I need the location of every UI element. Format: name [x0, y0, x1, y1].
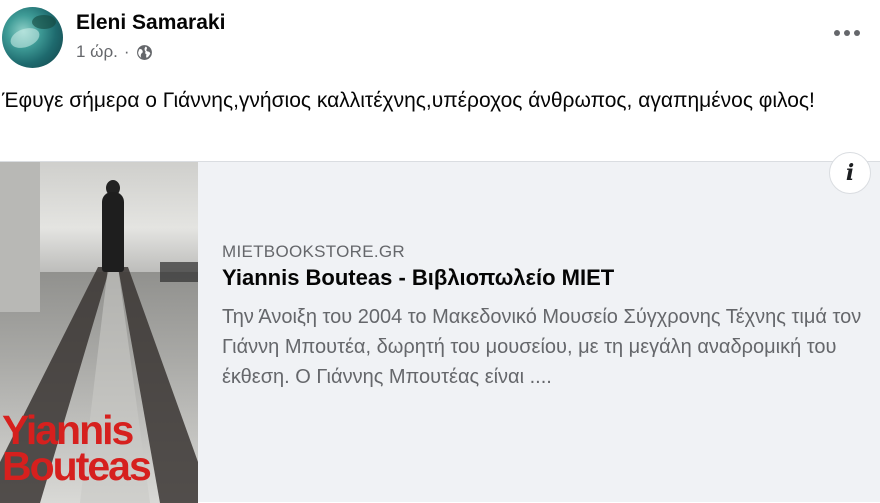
info-icon[interactable]: i [829, 152, 871, 194]
globe-icon[interactable] [136, 44, 153, 61]
more-options-icon[interactable] [834, 30, 860, 36]
post-text: Έφυγε σήμερα ο Γιάννης,γνήσιος καλλιτέχν… [2, 89, 815, 112]
post-header: Eleni Samaraki 1 ώρ. · [0, 0, 880, 80]
avatar[interactable] [2, 7, 63, 68]
timestamp[interactable]: 1 ώρ. [76, 42, 118, 62]
thumbnail-title: Yiannis Bouteas [2, 407, 152, 489]
link-description[interactable]: Την Άνοιξη του 2004 το Μακεδονικό Μουσεί… [222, 302, 872, 392]
link-thumbnail[interactable]: Yiannis Bouteas [0, 162, 198, 503]
post-meta: 1 ώρ. · [76, 42, 153, 62]
meta-separator: · [123, 42, 130, 61]
author-name[interactable]: Eleni Samaraki [76, 11, 225, 35]
link-domain[interactable]: MIETBOOKSTORE.GR [222, 242, 405, 262]
link-title[interactable]: Yiannis Bouteas - Βιβλιοπωλείο ΜΙΕΤ [222, 265, 614, 291]
link-preview-card[interactable]: Yiannis Bouteas i MIETBOOKSTORE.GR Yiann… [0, 152, 880, 503]
